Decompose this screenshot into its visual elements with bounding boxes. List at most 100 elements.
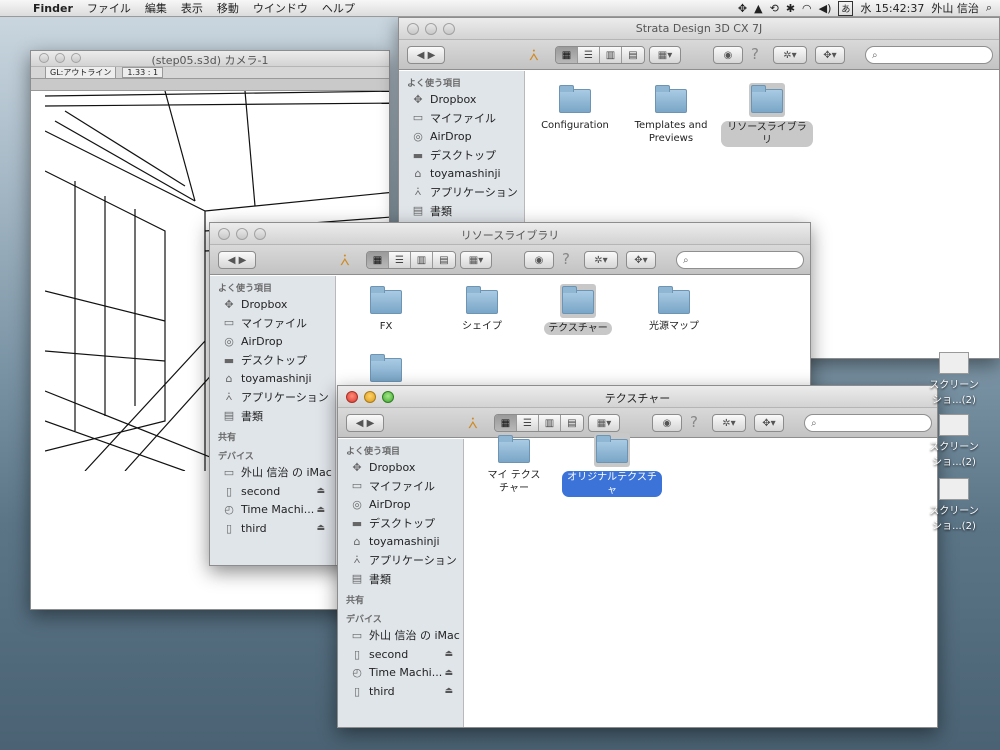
eject-icon[interactable]: ⏏ bbox=[444, 668, 453, 678]
search-input[interactable]: ⌕ bbox=[804, 414, 932, 432]
dropbox-button[interactable]: ✥▾ bbox=[754, 414, 784, 432]
eject-icon[interactable]: ⏏ bbox=[316, 486, 325, 496]
back-forward-buttons[interactable]: ◀ ▶ bbox=[346, 414, 384, 432]
sidebar-item-all-files[interactable]: ▭ マイファイル bbox=[210, 314, 335, 333]
menu-view[interactable]: 表示 bbox=[174, 0, 210, 16]
arrange-button[interactable]: ▦▾ bbox=[588, 414, 620, 432]
sidebar-item-desktop[interactable]: ▬ デスクトップ bbox=[210, 351, 335, 370]
folder-item-selected[interactable]: リソースライブラリ bbox=[721, 83, 813, 147]
sidebar-item-home[interactable]: ⌂ toyamashinji bbox=[338, 532, 463, 551]
sidebar-item-home[interactable]: ⌂ toyamashinji bbox=[210, 369, 335, 388]
input-method-icon[interactable]: あ bbox=[838, 0, 854, 16]
desktop-screenshot-file[interactable]: スクリーン ショ...(2) bbox=[924, 352, 984, 406]
sidebar-item-documents[interactable]: ▤ 書類 bbox=[210, 407, 335, 426]
sidebar-device-second[interactable]: ▯ second ⏏ bbox=[210, 482, 335, 501]
arrange-button[interactable]: ▦▾ bbox=[649, 46, 681, 64]
icon-view-icon[interactable]: ▦ bbox=[495, 415, 517, 431]
time-machine-status-icon[interactable]: ⟲ bbox=[770, 2, 779, 15]
aspect-ratio-select[interactable]: 1.33 : 1 bbox=[122, 67, 164, 78]
menu-app-finder[interactable]: Finder bbox=[26, 2, 80, 15]
menu-edit[interactable]: 編集 bbox=[138, 0, 174, 16]
sidebar-device-time-machine[interactable]: ◴ Time Machi... ⏏ bbox=[210, 500, 335, 519]
menu-go[interactable]: 移動 bbox=[210, 0, 246, 16]
column-view-icon[interactable]: ▥ bbox=[411, 252, 433, 268]
window-titlebar[interactable]: Strata Design 3D CX 7J bbox=[399, 18, 999, 40]
folder-item-selected[interactable]: オリジナルテクスチャ bbox=[562, 433, 662, 497]
icon-view-icon[interactable]: ▦ bbox=[367, 252, 389, 268]
menu-help[interactable]: ヘルプ bbox=[315, 0, 362, 16]
folder-item[interactable]: FX bbox=[340, 286, 432, 333]
window-titlebar[interactable]: リソースライブラリ bbox=[210, 223, 810, 245]
sidebar-device-third[interactable]: ▯ third ⏏ bbox=[338, 682, 463, 701]
sidebar-item-applications[interactable]: ⩑ アプリケーション bbox=[399, 183, 524, 202]
coverflow-view-icon[interactable]: ▤ bbox=[561, 415, 583, 431]
quicklook-button[interactable]: ◉ bbox=[713, 46, 743, 64]
back-forward-buttons[interactable]: ◀ ▶ bbox=[407, 46, 445, 64]
folder-item[interactable]: マイ テクスチャー bbox=[468, 435, 560, 495]
dropbox-status-icon[interactable]: ✥ bbox=[738, 2, 747, 15]
dropbox-button[interactable]: ✥▾ bbox=[626, 251, 656, 269]
spotlight-icon[interactable]: ⌕ bbox=[986, 1, 992, 15]
eject-icon[interactable]: ⏏ bbox=[444, 649, 453, 659]
column-view-icon[interactable]: ▥ bbox=[600, 47, 622, 63]
sidebar-device-time-machine[interactable]: ◴ Time Machi... ⏏ bbox=[338, 663, 463, 682]
menu-user[interactable]: 外山 信治 bbox=[931, 0, 979, 16]
quicklook-button[interactable]: ◉ bbox=[652, 414, 682, 432]
applications-icon[interactable]: ⩑ bbox=[340, 250, 350, 270]
sidebar-device-imac[interactable]: ▭ 外山 信治 の iMac bbox=[210, 463, 335, 482]
list-view-icon[interactable]: ☰ bbox=[517, 415, 539, 431]
eject-icon[interactable]: ⏏ bbox=[316, 523, 325, 533]
search-input[interactable]: ⌕ bbox=[676, 251, 804, 269]
bluetooth-status-icon[interactable]: ✱ bbox=[786, 2, 795, 15]
sidebar-item-applications[interactable]: ⩑ アプリケーション bbox=[210, 388, 335, 407]
wifi-status-icon[interactable]: ◠ bbox=[802, 2, 812, 15]
help-icon[interactable]: ? bbox=[562, 250, 570, 268]
strata-titlebar[interactable]: (step05.s3d) カメラ-1 bbox=[31, 51, 389, 67]
folder-item[interactable]: 光源マップ bbox=[628, 286, 720, 333]
search-input[interactable]: ⌕ bbox=[865, 46, 993, 64]
eject-icon[interactable]: ⏏ bbox=[316, 505, 325, 515]
desktop-screenshot-file[interactable]: スクリーン ショ...(2) bbox=[924, 414, 984, 468]
sidebar-item-home[interactable]: ⌂ toyamashinji bbox=[399, 164, 524, 183]
sidebar-item-dropbox[interactable]: ✥ Dropbox bbox=[210, 295, 335, 314]
list-view-icon[interactable]: ☰ bbox=[389, 252, 411, 268]
sidebar-item-all-files[interactable]: ▭ マイファイル bbox=[399, 109, 524, 128]
menu-file[interactable]: ファイル bbox=[80, 0, 138, 16]
sidebar-item-dropbox[interactable]: ✥ Dropbox bbox=[338, 458, 463, 477]
dropbox-button[interactable]: ✥▾ bbox=[815, 46, 845, 64]
sidebar-item-dropbox[interactable]: ✥ Dropbox bbox=[399, 90, 524, 109]
sidebar-device-imac[interactable]: ▭ 外山 信治 の iMac bbox=[338, 626, 463, 645]
coverflow-view-icon[interactable]: ▤ bbox=[433, 252, 455, 268]
help-icon[interactable]: ? bbox=[751, 45, 759, 63]
icon-view-icon[interactable]: ▦ bbox=[556, 47, 578, 63]
window-titlebar[interactable]: テクスチャー bbox=[338, 386, 937, 408]
sidebar-item-applications[interactable]: ⩑ アプリケーション bbox=[338, 551, 463, 570]
eject-icon[interactable]: ⏏ bbox=[444, 686, 453, 696]
arrange-button[interactable]: ▦▾ bbox=[460, 251, 492, 269]
folder-item[interactable]: Configuration bbox=[529, 85, 621, 132]
folder-item-selected[interactable]: テクスチャー bbox=[532, 284, 624, 335]
folder-item[interactable]: シェイプ bbox=[436, 286, 528, 333]
sidebar-item-airdrop[interactable]: ◎ AirDrop bbox=[210, 332, 335, 351]
menu-window[interactable]: ウインドウ bbox=[246, 0, 315, 16]
sidebar-device-third[interactable]: ▯ third ⏏ bbox=[210, 519, 335, 538]
help-icon[interactable]: ? bbox=[690, 413, 698, 431]
action-button[interactable]: ✲▾ bbox=[712, 414, 746, 432]
sidebar-item-desktop[interactable]: ▬ デスクトップ bbox=[338, 514, 463, 533]
applications-icon[interactable]: ⩑ bbox=[468, 413, 478, 433]
coverflow-view-icon[interactable]: ▤ bbox=[622, 47, 644, 63]
desktop-screenshot-file[interactable]: スクリーン ショ...(2) bbox=[924, 478, 984, 532]
action-button[interactable]: ✲▾ bbox=[773, 46, 807, 64]
column-view-icon[interactable]: ▥ bbox=[539, 415, 561, 431]
back-forward-buttons[interactable]: ◀ ▶ bbox=[218, 251, 256, 269]
action-button[interactable]: ✲▾ bbox=[584, 251, 618, 269]
list-view-icon[interactable]: ☰ bbox=[578, 47, 600, 63]
volume-status-icon[interactable]: ◀) bbox=[819, 2, 832, 15]
sidebar-item-desktop[interactable]: ▬ デスクトップ bbox=[399, 146, 524, 165]
sidebar-device-second[interactable]: ▯ second ⏏ bbox=[338, 645, 463, 664]
sidebar-item-airdrop[interactable]: ◎ AirDrop bbox=[399, 127, 524, 146]
sidebar-item-all-files[interactable]: ▭ マイファイル bbox=[338, 477, 463, 496]
applications-icon[interactable]: ⩑ bbox=[529, 45, 539, 65]
sidebar-item-documents[interactable]: ▤ 書類 bbox=[399, 202, 524, 221]
quicklook-button[interactable]: ◉ bbox=[524, 251, 554, 269]
